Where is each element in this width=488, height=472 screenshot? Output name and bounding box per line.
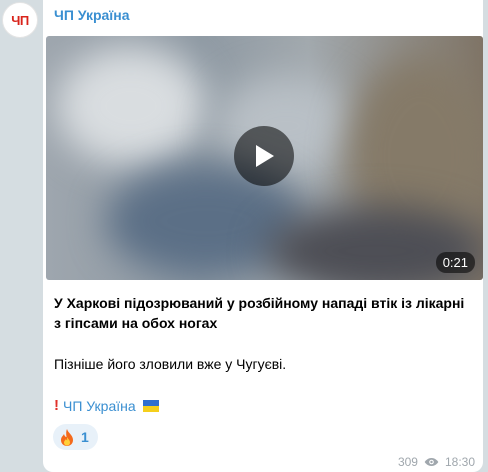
message-signature: ! ЧП Україна xyxy=(54,397,159,414)
eye-icon xyxy=(424,458,439,466)
channel-avatar[interactable]: ЧП xyxy=(2,2,38,38)
video-thumbnail-blur xyxy=(56,46,206,166)
exclamation-icon: ! xyxy=(54,397,59,414)
play-button[interactable] xyxy=(234,126,294,186)
video-duration: 0:21 xyxy=(435,252,475,273)
avatar-label: ЧП xyxy=(11,12,29,28)
view-count: 309 xyxy=(397,455,418,469)
play-icon xyxy=(256,145,274,167)
ukraine-flag-icon xyxy=(142,399,159,412)
reaction-count: 1 xyxy=(81,429,89,445)
fire-icon xyxy=(61,428,73,446)
message-meta: 309 18:30 xyxy=(398,455,475,469)
message-body: Пізніше його зловили вже у Чугуєві. xyxy=(54,356,287,372)
signature-link[interactable]: ЧП Україна xyxy=(63,398,136,414)
message-headline: У Харкові підозрюваний у розбійному напа… xyxy=(54,295,465,331)
message-time: 18:30 xyxy=(444,455,475,469)
reaction-fire[interactable]: 1 xyxy=(53,424,98,450)
channel-name[interactable]: ЧП Україна xyxy=(54,7,130,23)
video-player[interactable]: 0:21 xyxy=(46,36,483,280)
